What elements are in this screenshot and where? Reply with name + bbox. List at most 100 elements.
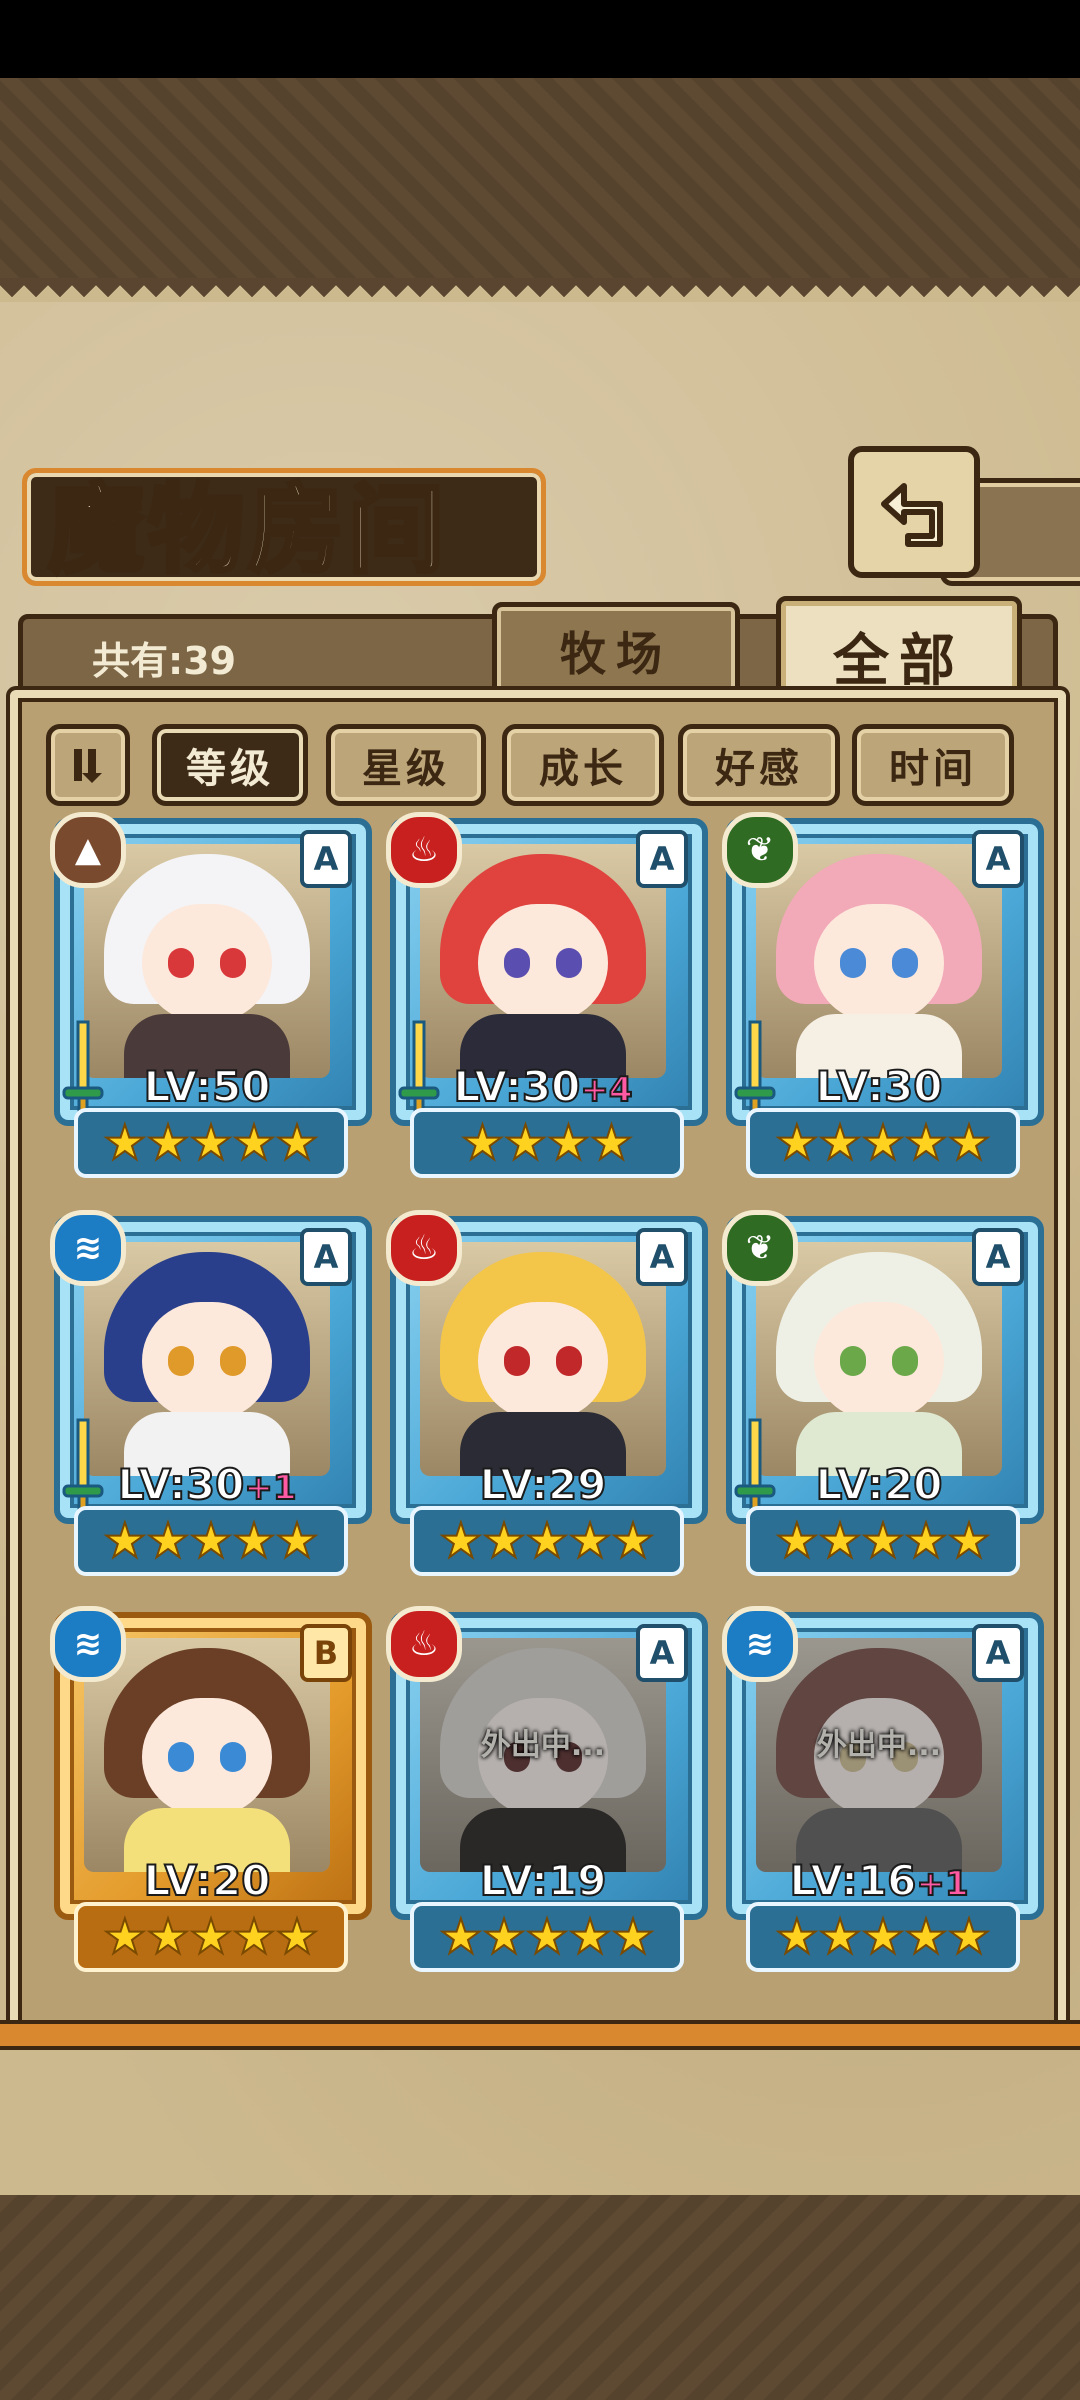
rank-badge: B [300,1624,352,1682]
leaf-element-icon: ❦ [722,1210,798,1286]
level-label: LV:16+1 [726,1855,1032,1906]
level-bonus: +1 [243,1467,297,1509]
water-element-icon: ≋ [50,1210,126,1286]
portrait-face [814,1302,944,1420]
back-button[interactable] [848,446,980,578]
portrait-eye [220,948,246,978]
portrait-eye [504,948,530,978]
star-rating: ★★★★★ [74,1108,348,1178]
monster-card[interactable]: ≋ B LV:20 ★★★★★ [50,1606,372,1974]
star-rating: ★★★★★ [746,1506,1020,1576]
star-rating: ★★★★★ [410,1902,684,1972]
portrait-face [142,1698,272,1816]
rank-badge: A [972,830,1024,888]
rank-badge: A [636,1624,688,1682]
level-value: LV:30 [453,1061,582,1112]
earth-element-icon: ▲ [50,812,126,888]
tab-farm[interactable]: 牧场 [492,602,740,700]
portrait-face [814,904,944,1022]
monster-card[interactable]: ▲ A LV:50 ★★★★★ [50,812,372,1180]
level-value: LV:50 [143,1061,272,1112]
level-label: LV:30+1 [54,1459,360,1510]
level-value: LV:30 [117,1459,246,1510]
portrait-eye [840,948,866,978]
sort-toggle-icon [74,749,102,783]
monster-card[interactable]: 外出中... ≋ A LV:16+1 ★★★★★ [722,1606,1044,1974]
rank-badge: A [636,1228,688,1286]
water-element-icon: ≋ [50,1606,126,1682]
page-title: 魔物房间 [46,471,448,588]
level-value: LV:20 [815,1459,944,1510]
level-label: LV:20 [54,1855,360,1906]
level-bonus: +4 [579,1069,633,1111]
filter-time[interactable]: 时间 [852,724,1014,806]
level-label: LV:50 [54,1061,360,1112]
star-rating: ★★★★★ [74,1902,348,1972]
water-element-icon: ≋ [722,1606,798,1682]
monster-portrait [420,844,666,1078]
monster-card[interactable]: ❦ A LV:30 ★★★★★ [722,812,1044,1180]
portrait-eye [168,1346,194,1376]
filter-affection[interactable]: 好感 [678,724,840,806]
monster-portrait [84,844,330,1078]
filter-level[interactable]: 等级 [152,724,308,806]
level-label: LV:20 [726,1459,1032,1510]
portrait-eye [556,948,582,978]
portrait-face [142,1302,272,1420]
monster-portrait [756,1242,1002,1476]
monster-card[interactable]: ♨ A LV:29 ★★★★★ [386,1210,708,1578]
filter-star[interactable]: 星级 [326,724,486,806]
level-value: LV:16 [789,1855,918,1906]
rank-badge: A [300,1228,352,1286]
back-arrow-icon [881,483,943,547]
monster-portrait [420,1242,666,1476]
level-label: LV:29 [390,1459,696,1510]
portrait-face [142,904,272,1022]
fire-element-icon: ♨ [386,1210,462,1286]
rank-badge: A [972,1228,1024,1286]
map-background-top [0,78,1080,278]
portrait-eye [168,1742,194,1772]
level-value: LV:19 [479,1855,608,1906]
monster-portrait [84,1242,330,1476]
monster-count: 共有:39 [92,639,237,683]
level-label: LV:30+4 [390,1061,696,1112]
rank-badge: A [300,830,352,888]
filter-growth[interactable]: 成长 [502,724,664,806]
status-bar [0,0,1080,78]
away-status: 外出中... [480,1728,606,1763]
rank-badge: A [972,1624,1024,1682]
star-rating: ★★★★★ [74,1506,348,1576]
portrait-eye [892,1346,918,1376]
portrait-eye [504,1346,530,1376]
map-background-bottom [0,2195,1080,2400]
monster-portrait: 外出中... [420,1638,666,1872]
fire-element-icon: ♨ [386,1606,462,1682]
portrait-face [478,1302,608,1420]
level-label: LV:19 [390,1855,696,1906]
monster-portrait [756,844,1002,1078]
level-bonus: +1 [915,1863,969,1905]
star-rating: ★★★★★ [410,1506,684,1576]
sort-toggle-button[interactable] [46,724,130,806]
star-rating: ★★★★★ [746,1108,1020,1178]
level-label: LV:30 [726,1061,1032,1112]
portrait-eye [840,1346,866,1376]
monster-card[interactable]: ≋ A LV:30+1 ★★★★★ [50,1210,372,1578]
star-rating: ★★★★ [410,1108,684,1178]
monster-portrait [84,1638,330,1872]
portrait-eye [168,948,194,978]
level-value: LV:29 [479,1459,608,1510]
level-value: LV:30 [815,1061,944,1112]
bottom-rail [0,2020,1080,2050]
monster-card[interactable]: ♨ A LV:30+4 ★★★★ [386,812,708,1180]
away-status: 外出中... [816,1728,942,1763]
portrait-eye [220,1742,246,1772]
portrait-eye [556,1346,582,1376]
portrait-face [478,904,608,1022]
monster-card[interactable]: ❦ A LV:20 ★★★★★ [722,1210,1044,1578]
fire-element-icon: ♨ [386,812,462,888]
star-rating: ★★★★★ [746,1902,1020,1972]
monster-card[interactable]: 外出中... ♨ A LV:19 ★★★★★ [386,1606,708,1974]
portrait-eye [220,1346,246,1376]
